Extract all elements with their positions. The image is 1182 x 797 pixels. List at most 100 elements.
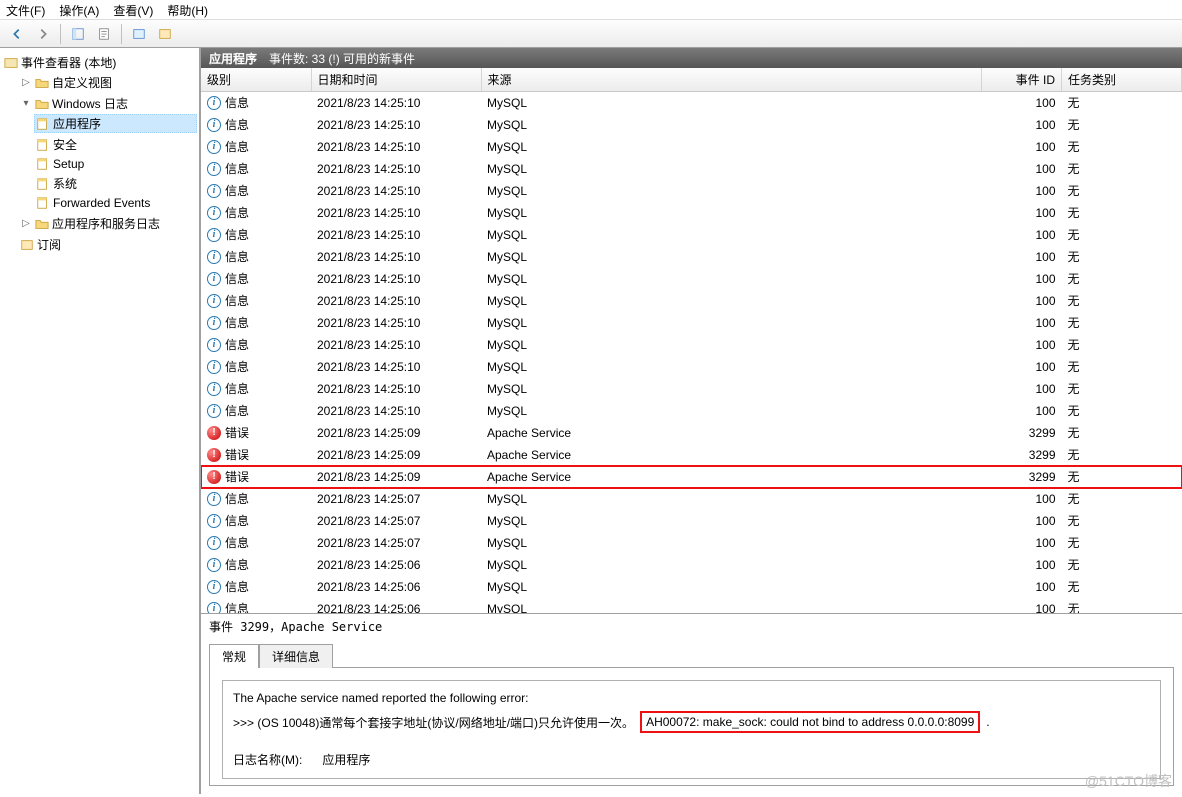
info-icon: i (207, 96, 221, 110)
tree-root[interactable]: 事件查看器 (本地) (2, 53, 197, 72)
table-row[interactable]: !错误2021/8/23 14:25:09Apache Service3299无 (201, 466, 1182, 488)
cell-eventid: 100 (982, 576, 1062, 598)
cell-level: 信息 (225, 204, 249, 221)
table-row[interactable]: i信息2021/8/23 14:25:10MySQL100无 (201, 224, 1182, 246)
collapse-icon[interactable]: ▾ (20, 98, 32, 109)
table-row[interactable]: i信息2021/8/23 14:25:10MySQL100无 (201, 202, 1182, 224)
col-level[interactable]: 级别 (201, 68, 311, 92)
event-grid-wrap[interactable]: 级别 日期和时间 来源 事件 ID 任务类别 i信息2021/8/23 14:2… (201, 68, 1182, 614)
tab-details[interactable]: 详细信息 (259, 644, 333, 668)
table-row[interactable]: i信息2021/8/23 14:25:07MySQL100无 (201, 532, 1182, 554)
info-icon: i (207, 382, 221, 396)
tree-app-service-logs[interactable]: ▷应用程序和服务日志 (18, 214, 197, 233)
table-row[interactable]: i信息2021/8/23 14:25:06MySQL100无 (201, 554, 1182, 576)
tree-custom-views[interactable]: ▷自定义视图 (18, 73, 197, 92)
table-row[interactable]: i信息2021/8/23 14:25:06MySQL100无 (201, 576, 1182, 598)
cell-datetime: 2021/8/23 14:25:09 (311, 466, 481, 488)
cell-category: 无 (1062, 378, 1182, 400)
cell-source: MySQL (481, 114, 982, 136)
menu-file[interactable]: 文件(F) (6, 2, 45, 17)
table-row[interactable]: i信息2021/8/23 14:25:10MySQL100无 (201, 290, 1182, 312)
tree-application[interactable]: 应用程序 (34, 114, 197, 133)
cell-source: MySQL (481, 180, 982, 202)
cell-category: 无 (1062, 334, 1182, 356)
tree-security[interactable]: 安全 (34, 135, 197, 154)
cell-eventid: 100 (982, 334, 1062, 356)
cell-level: 信息 (225, 292, 249, 309)
cell-datetime: 2021/8/23 14:25:06 (311, 554, 481, 576)
cell-eventid: 100 (982, 224, 1062, 246)
detail-log-row: 日志名称(M): 应用程序 (233, 751, 1150, 768)
tree-forwarded[interactable]: Forwarded Events (34, 195, 197, 211)
table-row[interactable]: i信息2021/8/23 14:25:10MySQL100无 (201, 92, 1182, 114)
cell-source: MySQL (481, 158, 982, 180)
cell-level: 信息 (225, 380, 249, 397)
nav-back-button[interactable] (6, 23, 28, 45)
col-category[interactable]: 任务类别 (1062, 68, 1182, 92)
table-row[interactable]: i信息2021/8/23 14:25:10MySQL100无 (201, 114, 1182, 136)
cell-level: 信息 (225, 314, 249, 331)
tree-root-label: 事件查看器 (本地) (21, 54, 116, 71)
content-title: 应用程序 (209, 50, 257, 67)
table-row[interactable]: !错误2021/8/23 14:25:09Apache Service3299无 (201, 422, 1182, 444)
toolbar-separator (60, 24, 61, 44)
cell-eventid: 100 (982, 532, 1062, 554)
cell-level: 错误 (225, 424, 249, 441)
nav-forward-button[interactable] (32, 23, 54, 45)
table-row[interactable]: i信息2021/8/23 14:25:10MySQL100无 (201, 312, 1182, 334)
cell-source: Apache Service (481, 466, 982, 488)
detail-body[interactable]: The Apache service named reported the fo… (209, 667, 1174, 786)
refresh-button[interactable] (128, 23, 150, 45)
table-row[interactable]: i信息2021/8/23 14:25:10MySQL100无 (201, 180, 1182, 202)
tree-setup[interactable]: Setup (34, 156, 197, 172)
content-header: 应用程序 事件数: 33 (!) 可用的新事件 (201, 48, 1182, 68)
table-row[interactable]: i信息2021/8/23 14:25:10MySQL100无 (201, 378, 1182, 400)
table-row[interactable]: i信息2021/8/23 14:25:10MySQL100无 (201, 334, 1182, 356)
col-datetime[interactable]: 日期和时间 (311, 68, 481, 92)
cell-category: 无 (1062, 356, 1182, 378)
table-row[interactable]: i信息2021/8/23 14:25:10MySQL100无 (201, 158, 1182, 180)
tree-pane[interactable]: 事件查看器 (本地) ▷自定义视图 ▾Windows 日志 应用程序 安全 Se… (0, 48, 200, 794)
event-grid[interactable]: 级别 日期和时间 来源 事件 ID 任务类别 i信息2021/8/23 14:2… (201, 68, 1182, 614)
help-button[interactable] (154, 23, 176, 45)
table-row[interactable]: i信息2021/8/23 14:25:07MySQL100无 (201, 510, 1182, 532)
properties-button[interactable] (93, 23, 115, 45)
cell-source: MySQL (481, 576, 982, 598)
menu-view[interactable]: 查看(V) (113, 2, 153, 17)
expand-icon[interactable]: ▷ (20, 218, 32, 229)
cell-source: MySQL (481, 400, 982, 422)
detail-message-box: The Apache service named reported the fo… (222, 680, 1161, 779)
cell-source: MySQL (481, 92, 982, 114)
tree-windows-logs[interactable]: ▾Windows 日志 (18, 94, 197, 113)
col-eventid[interactable]: 事件 ID (982, 68, 1062, 92)
table-row[interactable]: i信息2021/8/23 14:25:10MySQL100无 (201, 400, 1182, 422)
detail-line1: The Apache service named reported the fo… (233, 691, 1150, 705)
cell-datetime: 2021/8/23 14:25:07 (311, 532, 481, 554)
table-row[interactable]: i信息2021/8/23 14:25:10MySQL100无 (201, 356, 1182, 378)
detail-error-highlight: AH00072: make_sock: could not bind to ad… (640, 711, 980, 733)
cell-eventid: 3299 (982, 466, 1062, 488)
tree-system[interactable]: 系统 (34, 174, 197, 193)
table-row[interactable]: i信息2021/8/23 14:25:10MySQL100无 (201, 246, 1182, 268)
col-source[interactable]: 来源 (481, 68, 982, 92)
tab-general[interactable]: 常规 (209, 644, 259, 668)
table-row[interactable]: i信息2021/8/23 14:25:10MySQL100无 (201, 136, 1182, 158)
table-row[interactable]: !错误2021/8/23 14:25:09Apache Service3299无 (201, 444, 1182, 466)
cell-source: MySQL (481, 268, 982, 290)
cell-datetime: 2021/8/23 14:25:10 (311, 158, 481, 180)
table-row[interactable]: i信息2021/8/23 14:25:07MySQL100无 (201, 488, 1182, 510)
cell-source: MySQL (481, 510, 982, 532)
cell-datetime: 2021/8/23 14:25:10 (311, 180, 481, 202)
cell-eventid: 100 (982, 202, 1062, 224)
cell-eventid: 100 (982, 400, 1062, 422)
menu-help[interactable]: 帮助(H) (167, 2, 208, 17)
cell-eventid: 100 (982, 158, 1062, 180)
cell-eventid: 100 (982, 246, 1062, 268)
menu-action[interactable]: 操作(A) (59, 2, 99, 17)
tree-subscriptions[interactable]: 订阅 (18, 235, 197, 254)
cell-level: 信息 (225, 270, 249, 287)
show-hide-tree-button[interactable] (67, 23, 89, 45)
table-row[interactable]: i信息2021/8/23 14:25:06MySQL100无 (201, 598, 1182, 615)
expand-icon[interactable]: ▷ (20, 77, 32, 88)
table-row[interactable]: i信息2021/8/23 14:25:10MySQL100无 (201, 268, 1182, 290)
